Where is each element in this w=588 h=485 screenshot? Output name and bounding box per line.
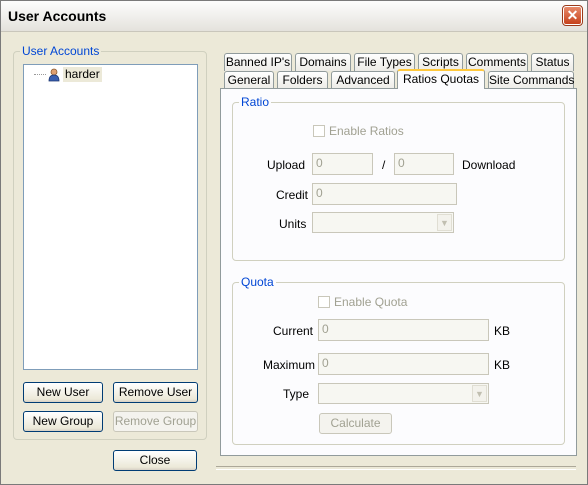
tab-domains[interactable]: Domains: [295, 53, 351, 71]
maximum-unit-label: KB: [494, 358, 511, 372]
enable-quota-label: Enable Quota: [334, 295, 408, 309]
chevron-down-icon[interactable]: ▼: [437, 214, 452, 231]
enable-quota-checkbox[interactable]: [318, 296, 330, 308]
user-accounts-window: User Accounts ✕ User Accounts harder New…: [0, 0, 588, 485]
remove-user-button[interactable]: Remove User: [113, 382, 198, 403]
close-icon: ✕: [566, 7, 579, 23]
calculate-button[interactable]: Calculate: [319, 413, 392, 434]
user-accounts-legend: User Accounts: [20, 44, 102, 58]
credit-input[interactable]: 0: [312, 183, 457, 205]
tab-banned-ips[interactable]: Banned IP's: [224, 53, 292, 71]
tab-advanced[interactable]: Advanced: [331, 71, 395, 89]
download-input[interactable]: 0: [394, 153, 454, 175]
type-label: Type: [283, 387, 310, 401]
user-name-label: harder: [63, 67, 102, 82]
quota-legend: Quota: [239, 275, 276, 289]
credit-label: Credit: [276, 188, 309, 202]
maximum-input[interactable]: 0: [318, 353, 489, 375]
close-button[interactable]: Close: [113, 450, 197, 471]
user-tree[interactable]: harder: [23, 64, 198, 370]
tab-ratios-quotas[interactable]: Ratios Quotas: [397, 69, 485, 89]
chevron-down-icon[interactable]: ▼: [472, 385, 487, 402]
maximum-label: Maximum: [263, 358, 316, 372]
units-select[interactable]: ▼: [312, 212, 454, 233]
remove-group-button[interactable]: Remove Group: [113, 411, 198, 432]
tab-site-commands[interactable]: Site Commands: [488, 71, 574, 89]
current-label: Current: [273, 324, 314, 338]
units-label: Units: [279, 217, 307, 231]
new-group-button[interactable]: New Group: [23, 411, 103, 432]
download-label: Download: [462, 158, 516, 172]
tab-folders[interactable]: Folders: [277, 71, 328, 89]
user-icon: [48, 68, 60, 82]
enable-ratios-checkbox[interactable]: [313, 125, 325, 137]
upload-input[interactable]: 0: [312, 153, 373, 175]
bottom-separator: [216, 466, 576, 470]
title-bar: User Accounts ✕: [1, 1, 587, 32]
window-title: User Accounts: [8, 8, 107, 24]
tree-connector: [34, 74, 46, 75]
tab-status[interactable]: Status: [531, 53, 574, 71]
upload-label: Upload: [267, 158, 306, 172]
new-user-button[interactable]: New User: [23, 382, 103, 403]
current-input[interactable]: 0: [318, 319, 489, 341]
close-window-button[interactable]: ✕: [562, 5, 583, 26]
ratio-legend: Ratio: [239, 95, 272, 109]
tab-general[interactable]: General: [224, 71, 274, 89]
enable-ratios-label: Enable Ratios: [329, 124, 404, 138]
ratio-separator: /: [382, 158, 386, 172]
type-select[interactable]: ▼: [318, 383, 489, 404]
current-unit-label: KB: [494, 324, 511, 338]
